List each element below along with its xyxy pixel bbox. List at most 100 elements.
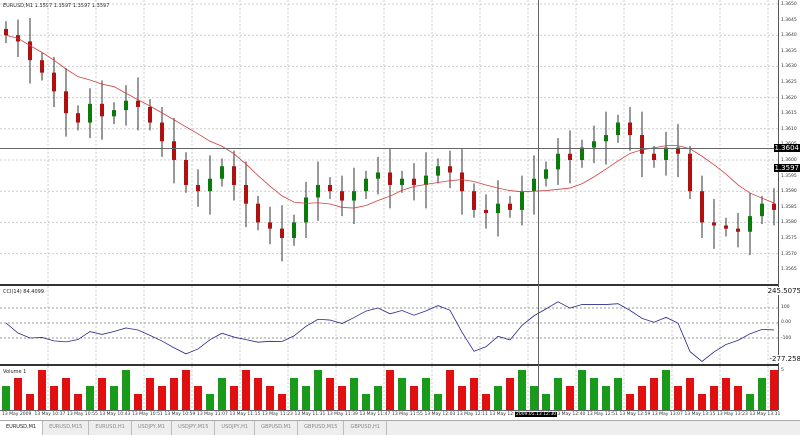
- time-label: 13 May 10:43: [100, 412, 131, 417]
- volume-bar: [770, 370, 778, 410]
- cci-chart: [0, 286, 778, 364]
- volume-bar: [26, 394, 34, 410]
- candle: [100, 104, 104, 116]
- candle: [568, 154, 572, 160]
- crosshair-price-tag: 1.3604: [774, 144, 800, 152]
- price-tick: 1.3650: [781, 2, 797, 7]
- time-label: 13 May 11:23: [262, 412, 293, 417]
- tab-gbpusd-h1[interactable]: GBPUSD,H1: [344, 421, 387, 435]
- candle: [88, 104, 92, 123]
- candle: [628, 123, 632, 135]
- time-label: 13 May 12:51: [587, 412, 618, 417]
- candle: [4, 29, 8, 35]
- candle: [400, 179, 404, 185]
- volume-bar: [2, 386, 10, 410]
- volume-bar: [350, 378, 358, 410]
- candle: [520, 191, 524, 210]
- tab-eurusd-h1[interactable]: EURUSD,H1: [89, 421, 132, 435]
- price-tick: 1.3590: [781, 189, 797, 194]
- time-label: 13 May 12:59: [620, 412, 651, 417]
- price-tick: 1.3565: [781, 267, 797, 272]
- volume-bar: [566, 386, 574, 410]
- tab-gbpusd-m15[interactable]: GBPUSD,M15: [298, 421, 344, 435]
- cci-pane[interactable]: CCI(14) 84.4099: [0, 286, 778, 366]
- current-price-tag: 1.3597: [774, 164, 800, 172]
- tab-usdjpy-m15[interactable]: USDJPY,M15: [172, 421, 215, 435]
- candle: [364, 179, 368, 191]
- candle: [688, 154, 692, 191]
- candle: [484, 210, 488, 213]
- candle: [748, 216, 752, 232]
- time-label: 13 May 11:07: [197, 412, 228, 417]
- candle: [760, 204, 764, 216]
- candle: [280, 229, 284, 238]
- price-tick: 1.3640: [781, 33, 797, 38]
- candle: [304, 197, 308, 222]
- tab-eurusd-m15[interactable]: EURUSD,M15: [43, 421, 89, 435]
- candle: [472, 191, 476, 210]
- crosshair-time-tag: 2009.05.13 12:30: [515, 412, 557, 417]
- cci-line: [6, 302, 774, 362]
- volume-bar: [374, 386, 382, 410]
- volume-bar: [38, 370, 46, 410]
- cci-tick: 245.5075: [768, 287, 800, 295]
- volume-bar: [758, 378, 766, 410]
- candle: [28, 41, 32, 60]
- volume-bar: [302, 386, 310, 410]
- price-tick: 1.3600: [781, 158, 797, 163]
- volume-bar: [194, 386, 202, 410]
- volume-bar: [110, 386, 118, 410]
- volume-bar: [254, 378, 262, 410]
- tab-usdjpy-m1[interactable]: USDJPY,M1: [132, 421, 172, 435]
- volume-bar: [386, 370, 394, 410]
- tab-gbpusd-m1[interactable]: GBPUSD,M1: [255, 421, 298, 435]
- candle: [700, 191, 704, 222]
- candle: [448, 166, 452, 172]
- crosshair-horizontal: [0, 148, 778, 149]
- volume-bar: [326, 378, 334, 410]
- candle: [124, 101, 128, 110]
- volume-bar: [722, 378, 730, 410]
- volume-bar: [482, 394, 490, 410]
- volume-bar: [230, 386, 238, 410]
- volume-bar: [218, 378, 226, 410]
- volume-bar: [446, 370, 454, 410]
- time-label: 13 May 13:23: [717, 412, 748, 417]
- candle: [496, 204, 500, 213]
- volume-bar: [542, 394, 550, 410]
- volume-bar: [614, 378, 622, 410]
- candle: [340, 191, 344, 200]
- price-tick: 1.3595: [781, 174, 797, 179]
- candle: [532, 179, 536, 191]
- volume-pane[interactable]: Volume 1: [0, 366, 778, 411]
- volume-bar: [74, 394, 82, 410]
- tab-usdjpy-h1[interactable]: USDJPY,H1: [215, 421, 255, 435]
- price-tick: 1.3635: [781, 49, 797, 54]
- candle: [376, 172, 380, 178]
- price-tick: 1.3615: [781, 111, 797, 116]
- candle: [652, 154, 656, 160]
- candle: [256, 204, 260, 223]
- candle: [184, 160, 188, 185]
- candle: [736, 229, 740, 232]
- volume-bar: [206, 394, 214, 410]
- volume-bar: [530, 386, 538, 410]
- candle: [328, 185, 332, 191]
- time-label: 13 May 12:11: [457, 412, 488, 417]
- candle: [52, 73, 56, 92]
- time-label: 13 May 11:15: [230, 412, 261, 417]
- tab-eurusd-m1[interactable]: EURUSD,M1: [0, 421, 43, 435]
- volume-bar: [242, 370, 250, 410]
- volume-bar: [602, 386, 610, 410]
- volume-chart: [0, 366, 778, 410]
- candle: [232, 166, 236, 185]
- candle: [772, 204, 776, 210]
- candle: [268, 222, 272, 228]
- price-axis[interactable]: 245.5075 100 0.00 -100 -277.258 5 1.3650…: [778, 0, 800, 410]
- price-chart-pane[interactable]: EURUSD,M1 1.3597 1.3597 1.3597 1.3597: [0, 0, 778, 286]
- volume-bar: [458, 386, 466, 410]
- volume-bar: [86, 386, 94, 410]
- candle: [712, 222, 716, 225]
- cci-tick: 100: [781, 305, 790, 310]
- time-label: 13 May 11:39: [327, 412, 358, 417]
